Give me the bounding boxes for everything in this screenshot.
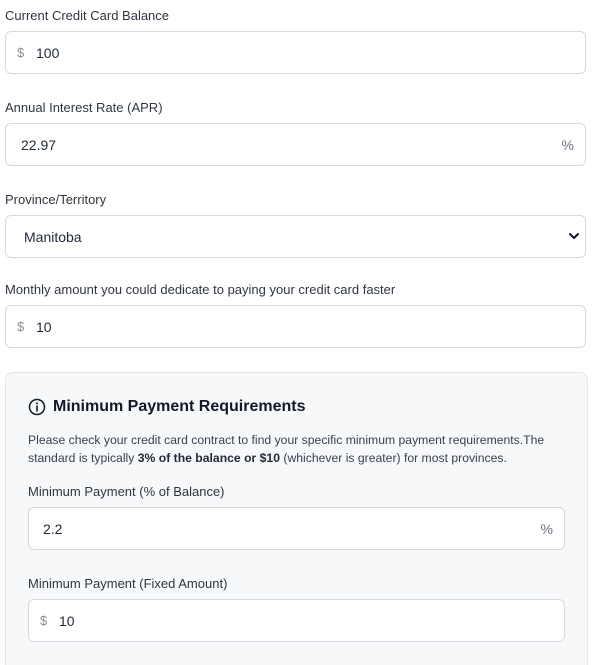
balance-currency-prefix: $	[17, 45, 25, 60]
monthly-input[interactable]: $ 10	[5, 305, 586, 348]
province-select[interactable]: Manitoba	[5, 215, 586, 258]
chevron-down-icon	[569, 233, 579, 239]
minimum-payment-panel: Minimum Payment Requirements Please chec…	[5, 372, 588, 665]
balance-field: Current Credit Card Balance $ 100	[5, 8, 588, 74]
apr-value: 22.97	[21, 137, 57, 153]
min-fixed-input[interactable]: $ 10	[28, 599, 565, 642]
monthly-field: Monthly amount you could dedicate to pay…	[5, 282, 588, 348]
balance-label: Current Credit Card Balance	[5, 8, 170, 23]
province-label: Province/Territory	[5, 192, 107, 207]
apr-input[interactable]: 22.97 %	[5, 123, 586, 166]
panel-text-end: (whichever is greater) for most province…	[280, 451, 507, 465]
balance-value: 100	[36, 45, 60, 61]
monthly-label: Monthly amount you could dedicate to pay…	[5, 282, 396, 297]
min-fixed-label: Minimum Payment (Fixed Amount)	[28, 576, 228, 591]
balance-input[interactable]: $ 100	[5, 31, 586, 74]
province-selected-value: Manitoba	[24, 229, 82, 245]
panel-text-bold: 3% of the balance or $10	[137, 451, 280, 465]
monthly-value: 10	[36, 319, 52, 335]
min-percent-input[interactable]: 2.2 %	[28, 507, 565, 550]
min-percent-label: Minimum Payment (% of Balance)	[28, 484, 225, 499]
province-field: Province/Territory Manitoba	[5, 192, 588, 258]
min-percent-value: 2.2	[43, 521, 63, 537]
monthly-currency-prefix: $	[17, 319, 25, 334]
apr-label: Annual Interest Rate (APR)	[5, 100, 163, 115]
min-percent-suffix: %	[540, 521, 553, 537]
panel-description: Please check your credit card contract t…	[28, 431, 573, 467]
panel-title: Minimum Payment Requirements	[53, 398, 306, 415]
min-fixed-value: 10	[59, 613, 75, 629]
min-fixed-currency-prefix: $	[40, 613, 48, 628]
apr-field: Annual Interest Rate (APR) 22.97 %	[5, 100, 588, 166]
info-icon	[28, 398, 46, 416]
credit-card-payoff-form: Current Credit Card Balance $ 100 Annual…	[0, 0, 597, 665]
apr-percent-suffix: %	[561, 137, 574, 153]
